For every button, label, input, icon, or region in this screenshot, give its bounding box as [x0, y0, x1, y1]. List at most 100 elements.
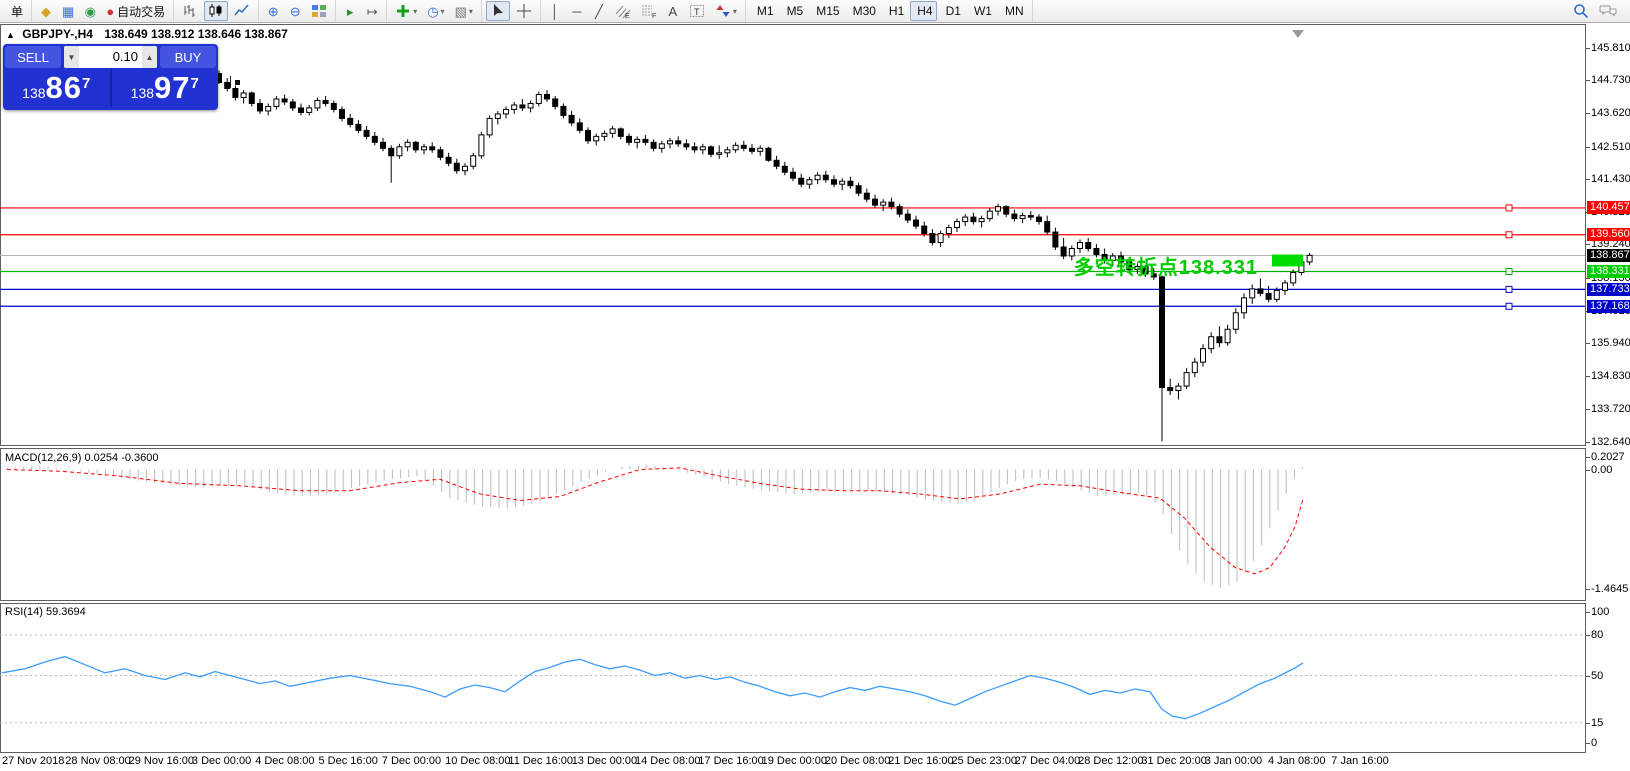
- time-label: 31 Dec 20:00: [1141, 755, 1206, 767]
- tf-m5-button[interactable]: M5: [780, 1, 808, 21]
- toolbar-group: [174, 0, 259, 22]
- zoom-out-icon[interactable]: ⊖: [285, 1, 305, 21]
- svg-text:F: F: [652, 13, 656, 19]
- time-label: 11 Dec 16:00: [508, 755, 573, 767]
- time-axis[interactable]: 27 Nov 201828 Nov 08:0029 Nov 16:003 Dec…: [0, 22, 1630, 771]
- text-icon[interactable]: A: [663, 1, 683, 21]
- templates-icon[interactable]: ▧▾: [451, 1, 477, 21]
- sell-price-sup: 7: [82, 75, 90, 92]
- line-chart-icon[interactable]: [230, 1, 254, 21]
- time-label: 3 Jan 00:00: [1205, 755, 1263, 767]
- chart-title: ▲ GBPJPY-,H4 138.649 138.912 138.646 138…: [6, 27, 288, 41]
- tf-h4-button[interactable]: H4: [910, 1, 936, 21]
- volume-control: ▼ 0.10 ▲: [64, 46, 157, 68]
- toolbar-right-group: [1568, 1, 1630, 21]
- time-label: 28 Nov 08:00: [65, 755, 130, 767]
- chart-window: 145.810144.730143.620142.510141.430140.3…: [0, 22, 1630, 771]
- tf-m30-button[interactable]: M30: [846, 1, 880, 21]
- toolbar-group: 单: [0, 0, 32, 22]
- tf-m1-button[interactable]: M1: [750, 1, 778, 21]
- time-label: 4 Dec 08:00: [255, 755, 314, 767]
- svg-text:T: T: [694, 7, 700, 17]
- auto-scroll-icon[interactable]: ▸: [340, 1, 360, 21]
- vertical-line-icon[interactable]: │: [545, 1, 565, 21]
- rsi-indicator-label: RSI(14) 59.3694: [5, 606, 86, 618]
- time-label: 7 Jan 16:00: [1331, 755, 1389, 767]
- time-label: 5 Dec 16:00: [319, 755, 378, 767]
- crosshair-icon[interactable]: [512, 1, 536, 21]
- toolbar-groups: 单◆▦◉●自动交易⊕⊖▸↦▾◷▾▧▾│─╱EFAT▾M1M5M15M30H1H4…: [0, 0, 1033, 22]
- toolbar-group: │─╱ E F A T ▾: [541, 0, 746, 22]
- tile-windows-icon[interactable]: [307, 1, 331, 21]
- tf-w1-button[interactable]: W1: [967, 1, 996, 21]
- sell-button[interactable]: SELL: [5, 46, 61, 68]
- time-label: 27 Dec 04:00: [1015, 755, 1080, 767]
- time-label: 21 Dec 16:00: [888, 755, 953, 767]
- time-label: 14 Dec 08:00: [635, 755, 700, 767]
- svg-text:E: E: [625, 13, 630, 19]
- search-icon[interactable]: [1569, 1, 1593, 21]
- time-label: 7 Dec 00:00: [382, 755, 441, 767]
- time-label: 25 Dec 23:00: [952, 755, 1017, 767]
- new-order-button[interactable]: 单: [4, 1, 27, 21]
- time-label: 20 Dec 08:00: [825, 755, 890, 767]
- panel-drag-handle[interactable]: [230, 76, 243, 88]
- macd-indicator-label: MACD(12,26,9) 0.0254 -0.3600: [5, 452, 158, 464]
- time-label: 10 Dec 08:00: [445, 755, 510, 767]
- candlestick-chart-icon[interactable]: [204, 1, 228, 21]
- ohlc-values: 138.649 138.912 138.646 138.867: [104, 27, 288, 41]
- periods-icon[interactable]: ◷▾: [423, 1, 448, 21]
- sell-price-big: 86: [46, 70, 82, 105]
- volume-increase-button[interactable]: ▲: [142, 46, 157, 68]
- buy-button[interactable]: BUY: [160, 46, 216, 68]
- chart-shift-icon[interactable]: ↦: [362, 1, 382, 21]
- trendline-icon[interactable]: ╱: [589, 1, 609, 21]
- autotrading-button[interactable]: ●自动交易: [102, 1, 169, 21]
- tf-mn-button[interactable]: MN: [998, 1, 1028, 21]
- volume-decrease-button[interactable]: ▼: [64, 46, 79, 68]
- toolbar-group: ◆▦◉●自动交易: [32, 0, 174, 22]
- time-label: 29 Nov 16:00: [129, 755, 194, 767]
- mt4-window: 单◆▦◉●自动交易⊕⊖▸↦▾◷▾▧▾│─╱EFAT▾M1M5M15M30H1H4…: [0, 0, 1630, 771]
- annotation-text[interactable]: 多空转折点138.331: [1074, 251, 1258, 280]
- zoom-in-icon[interactable]: ⊕: [263, 1, 283, 21]
- buy-price-big: 97: [154, 70, 190, 105]
- toolbar-group: ▾◷▾▧▾: [387, 0, 482, 22]
- time-label: 13 Dec 00:00: [572, 755, 637, 767]
- time-label: 19 Dec 00:00: [762, 755, 827, 767]
- cursor-icon[interactable]: [486, 1, 510, 21]
- market-watch-icon[interactable]: ◆: [36, 1, 56, 21]
- tf-m15-button[interactable]: M15: [809, 1, 843, 21]
- signals-icon[interactable]: ◉: [80, 1, 100, 21]
- toolbar-group: [482, 0, 541, 22]
- sell-price[interactable]: 138867: [3, 69, 112, 107]
- chat-icon[interactable]: [1595, 1, 1621, 21]
- tf-h1-button[interactable]: H1: [882, 1, 908, 21]
- time-label: 3 Dec 00:00: [192, 755, 251, 767]
- sell-price-prefix: 138: [22, 85, 45, 101]
- buy-price[interactable]: 138977: [112, 69, 219, 107]
- text-label-icon[interactable]: T: [685, 1, 709, 21]
- volume-input[interactable]: 0.10: [79, 46, 142, 68]
- horizontal-line-icon[interactable]: ─: [567, 1, 587, 21]
- bar-chart-icon[interactable]: [178, 1, 202, 21]
- buy-price-sup: 7: [191, 75, 199, 92]
- toolbar: 单◆▦◉●自动交易⊕⊖▸↦▾◷▾▧▾│─╱EFAT▾M1M5M15M30H1H4…: [0, 0, 1630, 23]
- fibonacci-icon[interactable]: F: [637, 1, 661, 21]
- time-label: 17 Dec 16:00: [698, 755, 763, 767]
- arrows-icon[interactable]: ▾: [711, 1, 741, 21]
- tf-d1-button[interactable]: D1: [939, 1, 965, 21]
- indicators-icon[interactable]: ▾: [391, 1, 421, 21]
- one-click-trade-panel: SELL ▼ 0.10 ▲ BUY 138867 138977: [3, 44, 218, 110]
- symbol-period-label: GBPJPY-,H4: [22, 27, 93, 41]
- time-label: 4 Jan 08:00: [1268, 755, 1326, 767]
- collapse-panel-button[interactable]: ▲: [6, 30, 15, 40]
- toolbar-group: M1M5M15M30H1H4D1W1MN: [746, 0, 1033, 22]
- new-chart-window-icon[interactable]: ▦: [58, 1, 78, 21]
- toolbar-group: ⊕⊖: [259, 0, 336, 22]
- toolbar-group: ▸↦: [336, 0, 387, 22]
- buy-price-prefix: 138: [131, 85, 154, 101]
- time-label: 27 Nov 2018: [2, 755, 64, 767]
- equidistant-channel-icon[interactable]: E: [611, 1, 635, 21]
- time-label: 28 Dec 12:00: [1078, 755, 1143, 767]
